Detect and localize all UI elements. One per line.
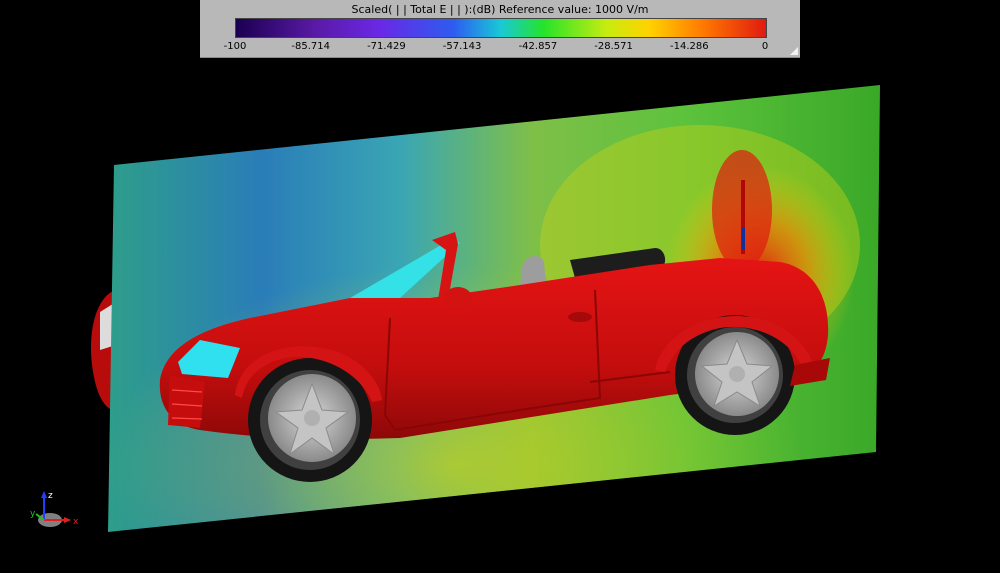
axis-label-z: z [48, 491, 53, 501]
axes-triad-icon: z x y [30, 491, 79, 527]
3d-viewport[interactable] [0, 0, 1000, 573]
axis-label-y: y [30, 509, 36, 519]
side-mirror [444, 287, 472, 309]
axis-label-x: x [73, 517, 79, 527]
door-handle [568, 312, 592, 322]
